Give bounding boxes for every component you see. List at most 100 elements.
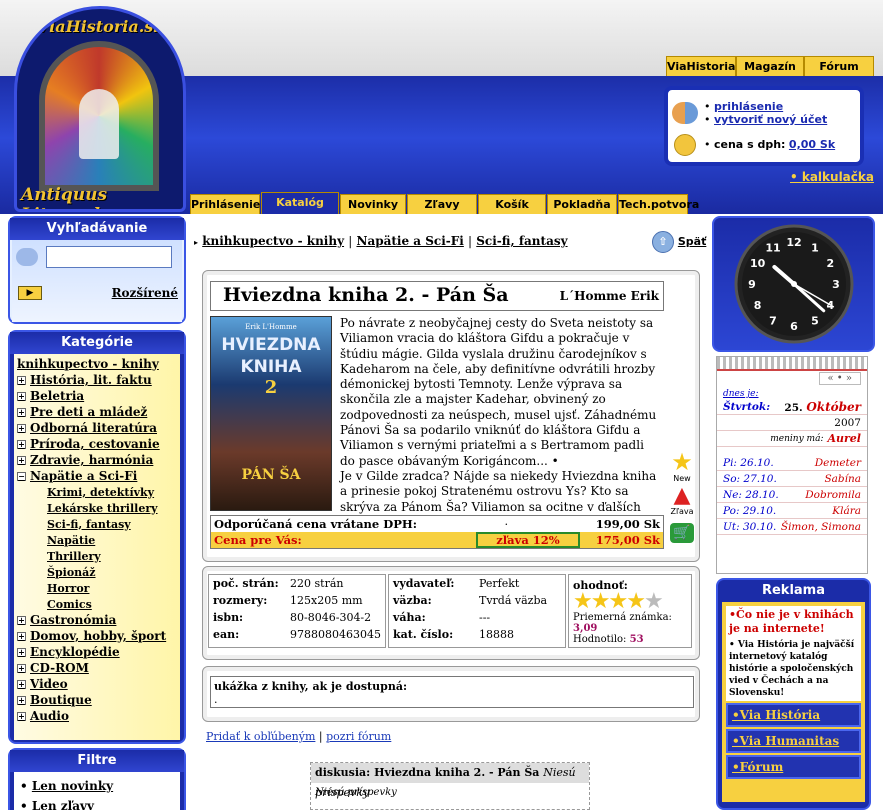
ad-link-viahistoria[interactable]: •Via História xyxy=(726,703,861,727)
calendar-row: Ne: 28.10. Dobromila xyxy=(717,487,867,503)
search-input[interactable] xyxy=(46,246,172,268)
category-item[interactable]: + CD-ROM xyxy=(17,660,177,676)
nav-zlavy[interactable]: Zľavy xyxy=(407,194,477,214)
subcategory-item[interactable]: Napätie xyxy=(17,532,177,548)
discount-badge: zľava 12% xyxy=(476,532,580,548)
subcategory-item[interactable]: Thrillery xyxy=(17,548,177,564)
expand-icon[interactable]: + xyxy=(17,375,26,385)
expand-icon[interactable]: + xyxy=(17,439,26,449)
category-item[interactable]: + História, lit. faktu xyxy=(17,372,177,388)
category-item[interactable]: + Domov, hobby, šport xyxy=(17,628,177,644)
category-item[interactable]: + Gastronómia xyxy=(17,612,177,628)
expand-icon[interactable]: + xyxy=(17,407,26,417)
breadcrumb: ▸ knihkupectvo - knihy | Napätie a Sci-F… xyxy=(194,234,568,248)
clock-numeral: 11 xyxy=(765,242,780,255)
recommended-price-label: Odporúčaná cena vrátane DPH: xyxy=(214,517,417,531)
advanced-search-link[interactable]: Rozšírené xyxy=(112,286,178,300)
calculator-link[interactable]: • kalkulačka xyxy=(790,170,874,184)
category-item[interactable]: − Napätie a Sci-Fi xyxy=(17,468,177,484)
nav-novinky[interactable]: Novinky xyxy=(340,194,406,214)
nav-katalog[interactable]: Katalóg xyxy=(261,192,339,214)
rating-star-icon[interactable]: ★ xyxy=(573,589,593,614)
rating-star-icon[interactable]: ★ xyxy=(644,589,664,614)
expand-icon[interactable]: + xyxy=(17,695,26,705)
expand-icon[interactable]: + xyxy=(17,711,26,721)
register-link[interactable]: vytvoriť nový účet xyxy=(714,113,827,126)
table-row: rozmery: 125x205 mm xyxy=(213,594,363,607)
expand-icon[interactable]: + xyxy=(17,423,26,433)
rating-star-icon[interactable]: ★ xyxy=(608,589,628,614)
category-label: Video xyxy=(30,677,68,691)
rating-star-icon[interactable]: ★ xyxy=(626,589,646,614)
category-item[interactable]: + Zdravie, harmónia xyxy=(17,452,177,468)
nav-prihlasenie[interactable]: Prihlásenie xyxy=(190,194,260,214)
book-cover[interactable]: Erik L'Homme HVIEZDNA KNIHA 2 PÁN ŠA xyxy=(210,316,332,511)
filter-discounts-only[interactable]: • Len zľavy xyxy=(20,796,174,810)
clock-numeral: 12 xyxy=(786,236,801,249)
subcategory-item[interactable]: Lekárske thrillery xyxy=(17,500,177,516)
add-to-cart-icon[interactable]: 🛒 xyxy=(670,523,694,543)
tab-viahistoria[interactable]: ViaHistoria xyxy=(666,56,736,76)
today-weekday: Štvrtok: xyxy=(723,401,771,413)
category-item[interactable]: + Beletria xyxy=(17,388,177,404)
expand-icon[interactable]: + xyxy=(17,455,26,465)
subcategory-item[interactable]: Horror xyxy=(17,580,177,596)
search-panel: Vyhľadávanie ▶ Rozšírené xyxy=(8,216,186,324)
category-item[interactable]: + Audio xyxy=(17,708,177,724)
expand-icon[interactable]: + xyxy=(17,391,26,401)
calendar-nav-buttons[interactable]: « • » xyxy=(818,372,861,385)
breadcrumb-scifi[interactable]: Napätie a Sci-Fi xyxy=(356,234,463,248)
back-button[interactable]: ⇧ Späť xyxy=(652,231,706,253)
calendar-rings xyxy=(717,357,867,371)
categories-title: Kategórie xyxy=(10,332,184,354)
category-item[interactable]: + Boutique xyxy=(17,692,177,708)
view-forum-link[interactable]: pozri fórum xyxy=(326,730,391,743)
rating-star-icon[interactable]: ★ xyxy=(591,589,611,614)
category-item[interactable]: + Encyklopédie xyxy=(17,644,177,660)
clock-numeral: 10 xyxy=(750,257,766,270)
calendar-nav: « • » xyxy=(717,371,867,389)
subcategory-item[interactable]: Sci-fi, fantasy xyxy=(17,516,177,532)
calendar-row: Po: 29.10. Klára xyxy=(717,503,867,519)
filter-new-only[interactable]: • Len novinky xyxy=(20,776,174,796)
breadcrumb-books[interactable]: knihkupectvo - knihy xyxy=(202,234,344,248)
users-icon xyxy=(672,102,698,124)
rating-box: ohodnoť: ★★★★★ Priemerná známka: 3,09 Ho… xyxy=(568,574,692,648)
expand-icon[interactable]: + xyxy=(17,615,26,625)
ad-link-viahumanitas[interactable]: •Via Humanitas xyxy=(726,729,861,753)
category-item[interactable]: + Video xyxy=(17,676,177,692)
count-value: 53 xyxy=(629,634,644,645)
expand-icon[interactable]: + xyxy=(17,647,26,657)
category-root[interactable]: knihkupectvo - knihy xyxy=(17,356,177,372)
subcategory-item[interactable]: Krimi, detektívky xyxy=(17,484,177,500)
category-label: Beletria xyxy=(30,389,85,403)
site-logo[interactable]: ViaHistoria.sk Antiquus Litera.sk xyxy=(14,6,186,212)
category-item[interactable]: + Príroda, cestovanie xyxy=(17,436,177,452)
collapse-icon[interactable]: − xyxy=(17,471,26,481)
cover-number: 2 xyxy=(264,377,278,398)
rating-stars[interactable]: ★★★★★ xyxy=(573,589,687,614)
tab-magazin[interactable]: Magazín xyxy=(736,56,804,76)
search-go-button[interactable]: ▶ xyxy=(18,286,42,300)
login-link[interactable]: prihlásenie xyxy=(714,100,783,113)
discussion-title: diskusia: Hviezdna kniha 2. - Pán Ša xyxy=(315,766,540,779)
ad-text-box: •Čo nie je v knihách je na internete! • … xyxy=(726,606,861,701)
tab-forum[interactable]: Fórum xyxy=(804,56,874,76)
product-author[interactable]: L´Homme Erik xyxy=(560,289,659,303)
nav-tech-potvora[interactable]: Tech.potvora xyxy=(618,194,699,214)
nav-kosik[interactable]: Košík xyxy=(478,194,546,214)
nameday-value: Aurel xyxy=(827,432,861,445)
category-item[interactable]: + Odborná literatúra xyxy=(17,420,177,436)
subcategory-item[interactable]: Špionáž xyxy=(17,564,177,580)
ad-link-forum[interactable]: •Fórum xyxy=(726,755,861,779)
breadcrumb-fantasy[interactable]: Sci-fi, fantasy xyxy=(476,234,567,248)
expand-icon[interactable]: + xyxy=(17,663,26,673)
cart-price-value[interactable]: 0,00 Sk xyxy=(789,138,835,151)
subcategory-item[interactable]: Comics xyxy=(17,596,177,612)
price-box: Odporúčaná cena vrátane DPH: · 199,00 Sk… xyxy=(210,515,664,549)
expand-icon[interactable]: + xyxy=(17,631,26,641)
add-favorite-link[interactable]: Pridať k obľúbeným xyxy=(206,730,315,743)
category-item[interactable]: + Pre deti a mládež xyxy=(17,404,177,420)
expand-icon[interactable]: + xyxy=(17,679,26,689)
nav-pokladna[interactable]: Pokladňa xyxy=(547,194,617,214)
